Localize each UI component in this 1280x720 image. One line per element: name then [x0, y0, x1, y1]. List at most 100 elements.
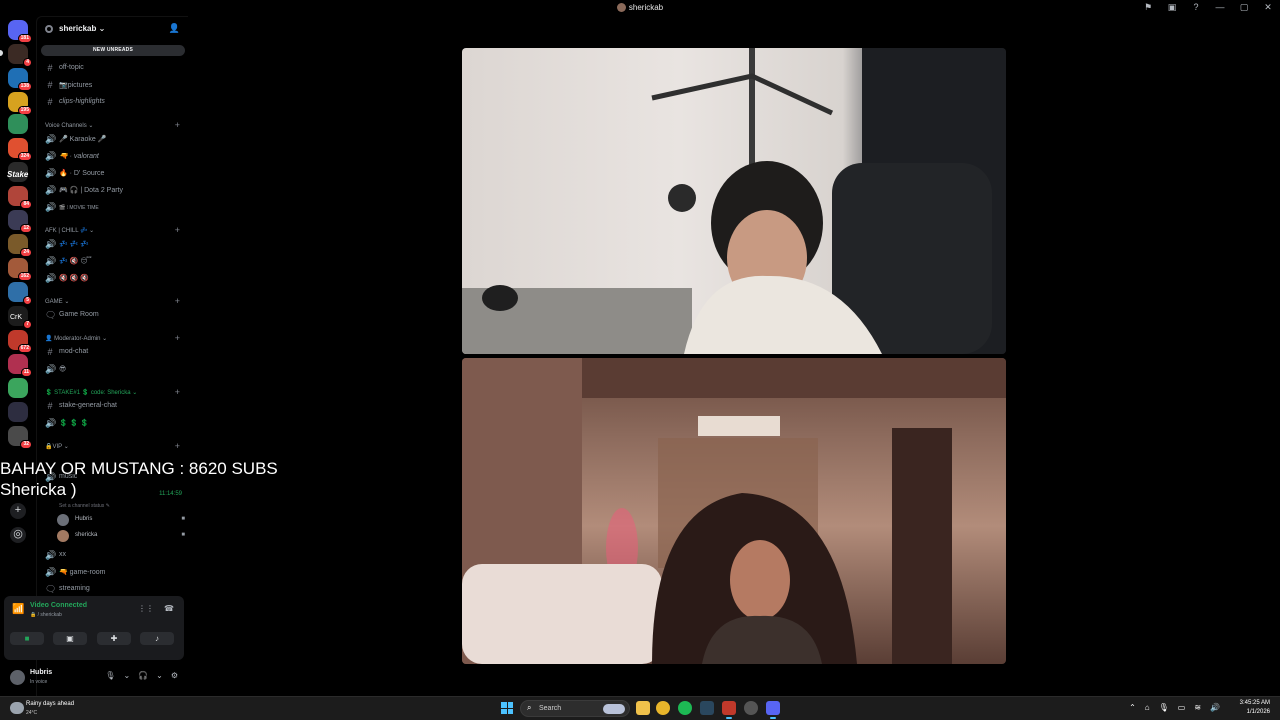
server-icon[interactable]: 12 — [8, 210, 32, 233]
server-icon[interactable] — [8, 402, 28, 422]
add-channel-icon[interactable]: + — [175, 441, 180, 451]
taskbar-search[interactable]: ⌕ Search — [520, 700, 630, 717]
wifi-icon[interactable]: ≋ — [1194, 703, 1201, 712]
avatar[interactable] — [10, 670, 25, 685]
voice-channel-link[interactable]: 🔒 / sherickab — [30, 612, 62, 618]
category-moderator-admin[interactable]: 👤 Moderator-Admin ⌄ + — [37, 332, 189, 344]
app-icon-red[interactable] — [722, 701, 736, 715]
inbox-icon[interactable]: ⚑ — [1142, 2, 1154, 13]
channel-status[interactable]: Set a channel status ✎ — [59, 503, 110, 509]
category-game[interactable]: GAME ⌄ + — [37, 295, 189, 307]
stake-server-label[interactable]: Stake — [7, 170, 28, 179]
server-icon[interactable]: 84 — [8, 186, 32, 209]
add-channel-icon[interactable]: + — [175, 387, 180, 397]
voice-channel-karaoke[interactable]: 🔊 🎤 Karaoke 🎤 — [37, 132, 189, 146]
crk-server-label[interactable]: CrK — [10, 314, 22, 321]
clock-time[interactable]: 3:45:25 AM — [1240, 700, 1270, 706]
voice-channel-dota[interactable]: 🔊 🎮 🎧 | Dota 2 Party — [37, 183, 189, 197]
network-icon[interactable]: ⌂ — [1145, 703, 1150, 712]
channel-streaming[interactable]: 🗨 streaming — [37, 582, 189, 596]
voice-channel-mod[interactable]: 🔊 😎 — [37, 362, 189, 376]
server-icon[interactable]: 11 — [8, 354, 32, 377]
server-icon[interactable]: 324 — [8, 138, 32, 161]
voice-status[interactable]: Video Connected — [30, 602, 87, 609]
channel-mod-chat[interactable]: # mod-chat — [37, 345, 189, 359]
server-icon[interactable]: 195 — [8, 92, 32, 115]
activities-button[interactable]: ✚ — [97, 632, 131, 645]
add-channel-icon[interactable]: + — [175, 296, 180, 306]
server-icon[interactable]: 672 — [8, 330, 32, 353]
guild-header[interactable]: sherickab ⌄ 👤 — [37, 17, 189, 41]
display-icon[interactable]: ▭ — [1178, 703, 1186, 712]
category-afk-chill[interactable]: AFK | CHILL 💤 ⌄ + — [37, 224, 189, 236]
microphone-icon[interactable]: 🎙 — [105, 671, 115, 680]
channel-game-room[interactable]: 🗨 Game Room — [37, 308, 189, 322]
steam-app-icon[interactable] — [700, 701, 714, 715]
app-icon-gray[interactable] — [744, 701, 758, 715]
volume-icon[interactable]: 🔊 — [1210, 703, 1220, 712]
soundboard-button[interactable]: ♪ — [140, 632, 174, 645]
chevron-down-icon[interactable]: ⌄ — [156, 671, 163, 680]
voice-channel-d-source[interactable]: 🔊 🔥 · D' Source — [37, 166, 189, 180]
weather-icon[interactable] — [10, 702, 24, 714]
camera-button[interactable]: ■ — [10, 632, 44, 645]
server-icon[interactable] — [8, 114, 28, 134]
voice-channel-afk-1[interactable]: 🔊 💤 💤 💤 — [37, 237, 189, 251]
maximize-button[interactable]: ▢ — [1238, 2, 1250, 13]
server-icon[interactable]: 162 — [8, 258, 32, 281]
voice-channel-xx[interactable]: 🔊 xx — [37, 548, 189, 562]
chrome-app-icon[interactable] — [656, 701, 670, 715]
server-icon[interactable] — [8, 378, 28, 398]
server-icon[interactable]: 5 — [8, 282, 32, 305]
chevron-down-icon[interactable]: ⌄ — [123, 671, 130, 680]
add-server-icon[interactable]: + — [10, 503, 26, 519]
mic-tray-icon[interactable]: 🎙 — [1159, 703, 1169, 712]
chevron-up-icon[interactable]: ⌃ — [1129, 703, 1136, 712]
popout-icon[interactable]: ▣ — [1166, 2, 1178, 13]
voice-user[interactable]: shericka ■ — [57, 529, 185, 543]
server-icon[interactable]: 32 — [8, 426, 32, 449]
server-icon[interactable]: 24 — [8, 234, 32, 257]
category-vip[interactable]: 🔒VIP ⌄ + — [37, 440, 189, 452]
noise-suppression-icon[interactable]: ⋮⋮ — [138, 604, 154, 613]
invite-icon[interactable]: 👤 — [169, 23, 180, 34]
new-unreads-button[interactable]: NEW UNREADS — [41, 45, 185, 56]
add-channel-icon[interactable]: + — [175, 225, 180, 235]
channel-clips-highlights[interactable]: # clips-highlights — [37, 95, 189, 109]
guild-name[interactable]: sherickab ⌄ — [59, 24, 105, 33]
help-icon[interactable]: ? — [1190, 2, 1202, 13]
category-voice-channels[interactable]: Voice Channels ⌄ + — [37, 119, 189, 131]
close-button[interactable]: ✕ — [1262, 2, 1274, 13]
video-tile-top[interactable] — [462, 48, 1006, 354]
start-button[interactable] — [501, 702, 513, 714]
channel-stake-general-chat[interactable]: # stake-general-chat — [37, 399, 189, 413]
gear-icon[interactable]: ⚙ — [171, 671, 178, 680]
add-channel-icon[interactable]: + — [175, 120, 180, 130]
server-icon[interactable]: 181 — [8, 20, 32, 43]
server-icon[interactable]: 4 — [8, 44, 32, 67]
channel-pictures[interactable]: # 📷pictures — [37, 78, 189, 92]
voice-channel-game-room[interactable]: 🔊 🔫 game-room — [37, 565, 189, 579]
clock-date[interactable]: 1/1/2026 — [1247, 709, 1270, 715]
screen-share-button[interactable]: ▣ — [53, 632, 87, 645]
voice-channel-stake[interactable]: 🔊 💲 💲 💲 — [37, 416, 189, 430]
category-stake[interactable]: 💲 STAKE#1 💲 code: Shericka ⌄ + — [37, 386, 189, 398]
spotify-app-icon[interactable] — [678, 701, 692, 715]
channel-off-topic[interactable]: # off-topic — [37, 61, 189, 75]
voice-channel-valorant[interactable]: 🔊 🔫 · valorant — [37, 149, 189, 163]
add-channel-icon[interactable]: + — [175, 333, 180, 343]
voice-channel-afk-3[interactable]: 🔊 🔇 🔇 🔇 — [37, 271, 189, 285]
voice-user[interactable]: Hubris ■ — [57, 513, 185, 527]
headphones-icon[interactable]: 🎧 — [138, 671, 148, 680]
file-explorer-app-icon[interactable] — [636, 701, 650, 715]
video-tile-bottom[interactable] — [462, 358, 1006, 664]
voice-channel-movie-time[interactable]: 🔊 🎬 ⁞ MOVIE TIME — [37, 200, 189, 214]
username[interactable]: Hubris — [30, 669, 52, 676]
weather-title[interactable]: Rainy days ahead — [26, 701, 74, 707]
minimize-button[interactable]: — — [1214, 2, 1226, 13]
discord-app-icon[interactable] — [766, 701, 780, 715]
disconnect-icon[interactable]: ☎ — [164, 604, 174, 613]
server-icon[interactable]: 138 — [8, 68, 32, 91]
signal-icon[interactable]: 📶 — [12, 604, 24, 615]
discover-icon[interactable]: ◎ — [10, 527, 26, 543]
